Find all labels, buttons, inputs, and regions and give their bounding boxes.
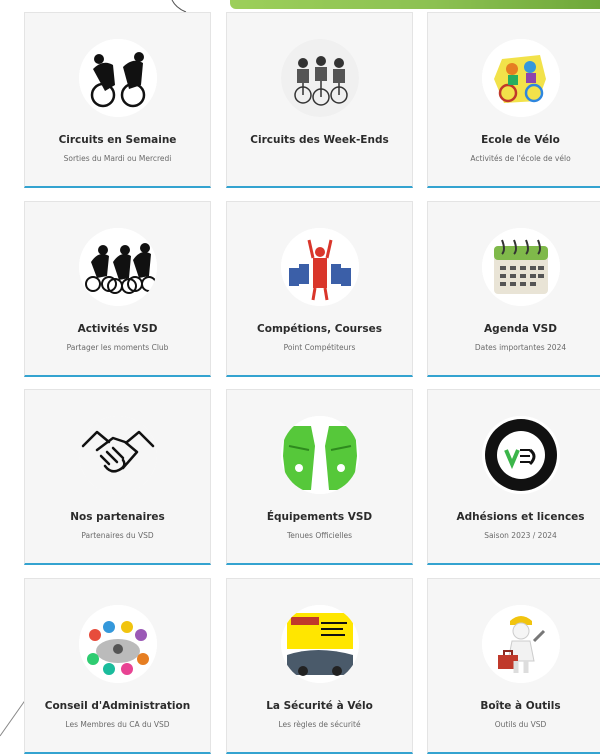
card-title: Circuits en Semaine [58,134,177,146]
cyclists-silhouette-icon [78,39,157,117]
card-subtitle: Les Membres du CA du VSD [65,720,170,729]
card-subtitle: Partenaires du VSD [81,531,154,540]
jersey-icon [280,416,359,494]
card-boite-outils[interactable]: Boîte à Outils Outils du VSD [427,578,600,754]
card-subtitle: Les règles de sécurité [278,720,361,729]
card-activites-vsd[interactable]: Activités VSD Partager les moments Club [24,201,211,377]
card-title: Circuits des Week-Ends [250,134,389,146]
card-subtitle: Activités de l'école de vélo [470,154,571,163]
card-equipements[interactable]: Équipements VSD Tenues Officielles [226,389,413,565]
club-logo-icon [481,416,560,494]
card-title: Nos partenaires [70,511,165,523]
three-cyclists-icon [78,228,157,306]
meeting-table-icon [78,605,157,683]
card-securite-velo[interactable]: La Sécurité à Vélo Les règles de sécurit… [226,578,413,754]
peloton-sketch-icon [280,39,359,117]
card-circuits-weekends[interactable]: Circuits des Week-Ends [226,12,413,188]
card-circuits-semaine[interactable]: Circuits en Semaine Sorties du Mardi ou … [24,12,211,188]
card-title: Équipements VSD [266,511,373,523]
handshake-icon [78,416,157,494]
card-adhesions[interactable]: Adhésions et licences Saison 2023 / 2024 [427,389,600,565]
decorative-line-top [171,0,187,12]
card-subtitle: Point Compétiteurs [283,343,356,352]
card-title: Adhésions et licences [456,511,585,523]
card-subtitle: Saison 2023 / 2024 [484,531,557,540]
toolbox-worker-icon [481,605,560,683]
card-title: Ecole de Vélo [481,134,560,146]
card-partenaires[interactable]: Nos partenaires Partenaires du VSD [24,389,211,565]
card-conseil-administration[interactable]: Conseil d'Administration Les Membres du … [24,578,211,754]
card-subtitle: Partager les moments Club [66,343,169,352]
card-title: Compétions, Courses [257,323,382,335]
card-title: Boîte à Outils [480,700,561,712]
kids-bmx-icon [481,39,560,117]
card-title: Conseil d'Administration [44,700,191,712]
card-competitions[interactable]: Compétions, Courses Point Compétiteurs [226,201,413,377]
race-winner-icon [280,228,359,306]
calendar-icon [481,228,560,306]
card-title: Activités VSD [77,323,158,335]
card-ecole-velo[interactable]: Ecole de Vélo Activités de l'école de vé… [427,12,600,188]
card-subtitle: Dates importantes 2024 [474,343,567,352]
card-agenda-vsd[interactable]: Agenda VSD Dates importantes 2024 [427,201,600,377]
card-subtitle: Outils du VSD [494,720,547,729]
header-banner [230,0,600,9]
card-subtitle: Tenues Officielles [287,531,352,540]
card-subtitle: Sorties du Mardi ou Mercredi [63,154,172,163]
card-title: Agenda VSD [484,323,557,335]
card-title: La Sécurité à Vélo [266,700,373,712]
road-safety-icon [280,605,359,683]
